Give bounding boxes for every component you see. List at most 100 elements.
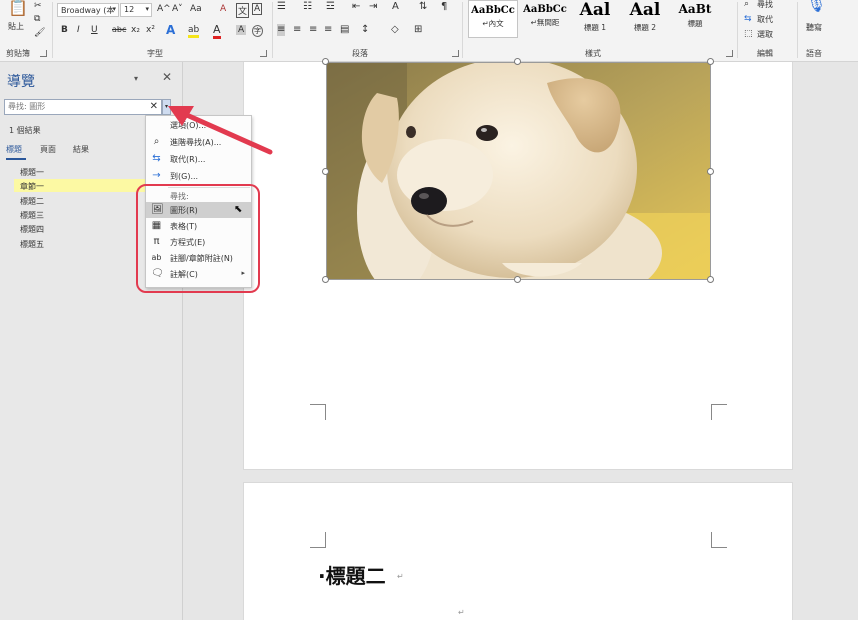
numbering-icon[interactable]: ☷	[303, 1, 312, 13]
annotation-highlight-box	[136, 184, 260, 293]
paragraph-group-label: 段落	[352, 49, 368, 58]
format-painter-icon[interactable]: 🖌	[34, 27, 45, 39]
resize-handle[interactable]	[707, 276, 714, 283]
voice-group-label: 語音	[806, 49, 822, 58]
increase-indent-icon[interactable]: ⇥	[369, 1, 377, 13]
strikethrough-button[interactable]: abc	[112, 25, 126, 34]
show-marks-icon[interactable]: ¶	[441, 1, 447, 13]
puppy-photo[interactable]	[326, 62, 711, 280]
line-spacing-icon[interactable]: ↕	[361, 24, 369, 36]
menu-item-goto[interactable]: → 到(G)...	[146, 168, 251, 184]
microphone-icon[interactable]: 🎙	[806, 0, 826, 12]
tab-headings[interactable]: 標題	[6, 144, 22, 155]
replace-icon[interactable]: ⇆	[744, 13, 752, 25]
paste-button[interactable]: 貼上	[8, 21, 24, 32]
resize-handle[interactable]	[707, 58, 714, 65]
decrease-indent-icon[interactable]: ⇤	[352, 1, 360, 13]
divider	[272, 2, 273, 58]
vertical-scrollbar[interactable]	[846, 62, 858, 620]
change-case-button[interactable]: Aa	[190, 4, 202, 14]
select-icon[interactable]: ⬚	[744, 28, 753, 40]
bullets-icon[interactable]: ☰	[277, 1, 286, 13]
resize-handle[interactable]	[514, 58, 521, 65]
nav-heading-item[interactable]: 標題五	[20, 239, 44, 250]
distributed-icon[interactable]: ▤	[340, 24, 349, 36]
align-left-icon[interactable]: ≡	[277, 24, 286, 36]
styles-dialog-launcher-icon[interactable]	[726, 50, 733, 57]
font-name-value: Broadway (本	[61, 6, 115, 15]
grow-font-button[interactable]: A^	[157, 4, 171, 14]
clear-search-icon[interactable]: ✕	[150, 101, 158, 112]
style-heading-2[interactable]: Aal 標題 2	[620, 0, 670, 38]
style-heading-1[interactable]: Aal 標題 1	[570, 0, 620, 38]
clipboard-dialog-launcher-icon[interactable]	[40, 50, 47, 57]
borders-icon[interactable]: ⊞	[414, 24, 422, 36]
style-normal[interactable]: AaBbCc ↵內文	[468, 0, 518, 38]
style-name: 標題 2	[633, 23, 657, 32]
find-button[interactable]: 尋找	[757, 0, 773, 10]
style-title[interactable]: AaBt 標題	[670, 0, 720, 38]
superscript-button[interactable]: x²	[146, 25, 155, 35]
document-page[interactable]	[243, 482, 793, 620]
close-icon[interactable]: ✕	[162, 70, 172, 84]
find-icon[interactable]: ⌕	[744, 0, 749, 10]
highlight-button[interactable]: ab	[188, 25, 200, 38]
nav-search-box[interactable]: ✕	[4, 99, 162, 115]
clear-format-button[interactable]: A	[220, 4, 226, 14]
paste-icon[interactable]: 📋	[8, 0, 28, 16]
char-shading-button[interactable]: A	[236, 25, 247, 35]
active-tab-indicator	[6, 158, 26, 160]
tab-pages[interactable]: 頁面	[40, 144, 56, 155]
resize-handle[interactable]	[322, 168, 329, 175]
resize-handle[interactable]	[707, 168, 714, 175]
style-preview: AaBbCc	[471, 5, 515, 16]
enclose-char-button[interactable]: 文	[236, 3, 250, 18]
resize-handle[interactable]	[322, 58, 329, 65]
replace-button[interactable]: 取代	[757, 14, 773, 25]
select-button[interactable]: 選取	[757, 29, 773, 40]
font-size-value: 12	[124, 5, 135, 14]
char-border-button[interactable]: A	[252, 3, 263, 15]
align-right-icon[interactable]: ≡	[309, 24, 317, 36]
nav-heading-item[interactable]: 標題四	[20, 224, 44, 235]
align-center-icon[interactable]: ≡	[293, 24, 301, 36]
sort-icon[interactable]: ⇅	[419, 1, 427, 13]
subscript-button[interactable]: x₂	[131, 25, 140, 35]
cut-icon[interactable]: ✂	[34, 0, 42, 12]
nav-heading-item[interactable]: 標題一	[20, 167, 44, 178]
dictate-button[interactable]: 聽寫	[806, 22, 822, 33]
document-heading[interactable]: ·標題二	[318, 560, 386, 589]
nav-search-input[interactable]	[8, 102, 148, 111]
font-size-combo[interactable]: 12 ▾	[120, 3, 152, 17]
chinese-layout-icon[interactable]: A	[392, 1, 399, 13]
resize-handle[interactable]	[322, 276, 329, 283]
nav-heading-item[interactable]: 標題三	[20, 210, 44, 221]
underline-button[interactable]: U	[91, 25, 98, 35]
style-no-spacing[interactable]: AaBbCc ↵無間距	[520, 0, 570, 38]
font-name-combo[interactable]: Broadway (本 ▾	[57, 3, 119, 17]
bold-button[interactable]: B	[61, 25, 68, 35]
font-dialog-launcher-icon[interactable]	[260, 50, 267, 57]
enclose-button[interactable]: 字	[252, 25, 263, 37]
crop-mark	[310, 532, 326, 548]
paragraph-dialog-launcher-icon[interactable]	[452, 50, 459, 57]
nav-heading-item[interactable]: 章節一	[20, 181, 44, 192]
nav-heading-item[interactable]: 標題二	[20, 196, 44, 207]
shading-icon[interactable]: ◇	[391, 24, 399, 36]
text-effect-button[interactable]: A	[166, 23, 175, 37]
chevron-down-icon: ▾	[112, 5, 116, 13]
resize-handle[interactable]	[514, 276, 521, 283]
justify-icon[interactable]: ≡	[324, 24, 332, 36]
shrink-font-button[interactable]: A˅	[172, 4, 183, 14]
font-color-button[interactable]: A	[213, 23, 221, 39]
annotation-arrow-icon	[168, 106, 273, 155]
crop-mark	[711, 404, 727, 420]
italic-button[interactable]: I	[77, 25, 80, 35]
puppy-image	[327, 63, 710, 279]
tab-results[interactable]: 結果	[73, 144, 89, 155]
chevron-down-icon[interactable]: ▾	[134, 74, 138, 83]
multilevel-list-icon[interactable]: ☲	[326, 1, 335, 13]
copy-icon[interactable]: ⧉	[34, 13, 40, 25]
style-preview: AaBbCc	[523, 4, 567, 15]
paragraph-mark: ↵	[458, 608, 465, 617]
